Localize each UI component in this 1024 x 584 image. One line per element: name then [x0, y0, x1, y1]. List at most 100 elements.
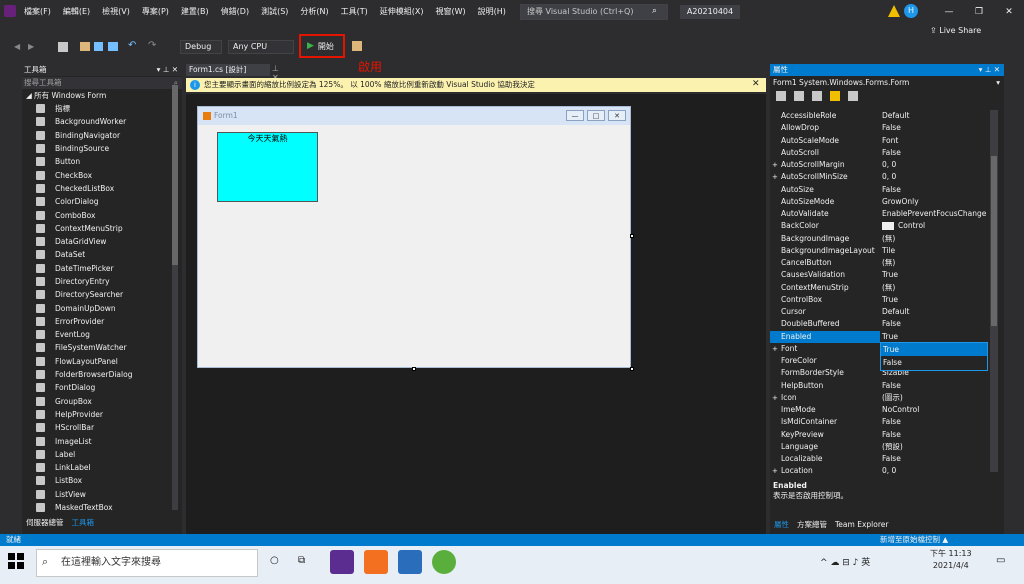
- minimize-button[interactable]: —: [934, 0, 964, 24]
- property-row[interactable]: Language (預設): [770, 441, 988, 453]
- properties-tab[interactable]: 方案總管: [797, 519, 827, 530]
- expand-icon[interactable]: +: [772, 465, 778, 477]
- property-row[interactable]: ContextMenuStrip (無): [770, 282, 988, 294]
- properties-scroll-thumb[interactable]: [991, 156, 997, 326]
- property-row[interactable]: BackgroundImageLayout Tile: [770, 245, 988, 257]
- cortana-icon[interactable]: ○: [270, 555, 279, 566]
- expand-icon[interactable]: +: [772, 159, 778, 171]
- properties-icon[interactable]: [812, 91, 822, 101]
- toolbox-item[interactable]: LinkLabel: [22, 461, 182, 474]
- platform-select[interactable]: Any CPU: [228, 40, 294, 54]
- toolbox-item[interactable]: CheckedListBox: [22, 182, 182, 195]
- toolbox-item[interactable]: CheckBox: [22, 168, 182, 181]
- search-input[interactable]: 搜尋 Visual Studio (Ctrl+Q): [520, 4, 668, 20]
- property-row[interactable]: AutoSizeMode GrowOnly: [770, 196, 988, 208]
- task-view-icon[interactable]: ⧉: [298, 555, 305, 566]
- toolbox-group[interactable]: ◢ 所有 Windows Form: [22, 90, 182, 102]
- live-share-button[interactable]: ⇪ Live Share: [930, 26, 981, 35]
- xampp-taskbar-icon[interactable]: [364, 550, 388, 574]
- browser-link-icon[interactable]: [352, 41, 362, 51]
- toolbox-item[interactable]: FontDialog: [22, 381, 182, 394]
- menu-item[interactable]: 專案(P): [136, 0, 175, 24]
- app2-taskbar-icon[interactable]: [432, 550, 456, 574]
- info-close-button[interactable]: ✕: [752, 79, 760, 89]
- property-row[interactable]: + AutoScrollMargin 0, 0: [770, 159, 988, 171]
- notification-icon[interactable]: ▭: [996, 555, 1005, 566]
- toolbox-item[interactable]: DataGridView: [22, 235, 182, 248]
- avatar[interactable]: H: [904, 4, 918, 18]
- property-row[interactable]: Localizable False: [770, 453, 988, 465]
- property-row[interactable]: BackColor Control: [770, 220, 988, 232]
- property-row[interactable]: Cursor Default: [770, 306, 988, 318]
- toolbox-item[interactable]: ComboBox: [22, 208, 182, 221]
- expand-icon[interactable]: +: [772, 343, 778, 355]
- toolbox-item[interactable]: 指標: [22, 102, 182, 115]
- tab-form1-design[interactable]: Form1.cs [設計]: [186, 64, 270, 76]
- toolbox-item[interactable]: GroupBox: [22, 395, 182, 408]
- search-icon[interactable]: ⌕: [652, 6, 657, 16]
- menu-item[interactable]: 說明(H): [472, 0, 512, 24]
- undo-icon[interactable]: ↶: [128, 40, 136, 51]
- resize-handle-corner[interactable]: [630, 367, 634, 371]
- menu-item[interactable]: 工具(T): [335, 0, 374, 24]
- toolbox-item[interactable]: DataSet: [22, 248, 182, 261]
- open-folder-icon[interactable]: [80, 42, 90, 51]
- property-row[interactable]: + AutoScrollMinSize 0, 0: [770, 171, 988, 183]
- property-row[interactable]: + Icon (圖示): [770, 392, 988, 404]
- menu-item[interactable]: 建置(B): [175, 0, 215, 24]
- menu-item[interactable]: 編輯(E): [57, 0, 96, 24]
- toolbox-item[interactable]: FileSystemWatcher: [22, 341, 182, 354]
- restore-button[interactable]: ❐: [964, 0, 994, 24]
- menu-item[interactable]: 檢視(V): [96, 0, 136, 24]
- app-taskbar-icon[interactable]: [398, 550, 422, 574]
- tray-icons[interactable]: ^ ☁ ⊟ ♪ 英: [820, 555, 870, 568]
- events-icon[interactable]: [830, 91, 840, 101]
- toolbox-item[interactable]: ImageList: [22, 434, 182, 447]
- toolbox-item[interactable]: ColorDialog: [22, 195, 182, 208]
- expand-icon[interactable]: +: [772, 392, 778, 404]
- cyan-control[interactable]: 今天天氣熱: [217, 132, 318, 202]
- source-control-button[interactable]: 新增至原始檔控制 ▲: [880, 534, 948, 546]
- toolbox-scroll-thumb[interactable]: [172, 85, 178, 265]
- taskbar-clock[interactable]: 下午 11:13 2021/4/4: [930, 548, 972, 572]
- toolbox-item[interactable]: FlowLayoutPanel: [22, 355, 182, 368]
- property-row[interactable]: IsMdiContainer False: [770, 416, 988, 428]
- property-row[interactable]: AutoScroll False: [770, 147, 988, 159]
- toolbox-item[interactable]: DateTimePicker: [22, 262, 182, 275]
- close-button[interactable]: ✕: [994, 0, 1024, 24]
- pin-icon[interactable]: ▾ ⊥ ✕: [157, 64, 178, 76]
- toolbox-item[interactable]: ContextMenuStrip: [22, 222, 182, 235]
- save-icon[interactable]: [94, 42, 103, 51]
- property-row[interactable]: CancelButton (無): [770, 257, 988, 269]
- toolbox-item[interactable]: EventLog: [22, 328, 182, 341]
- menu-item[interactable]: 延伸模組(X): [374, 0, 430, 24]
- property-row[interactable]: Enabled True: [770, 330, 988, 343]
- property-pages-icon[interactable]: [848, 91, 858, 101]
- toolbox-tab[interactable]: 伺服器總管: [26, 517, 64, 528]
- toolbox-item[interactable]: HelpProvider: [22, 408, 182, 421]
- property-row[interactable]: ControlBox True: [770, 294, 988, 306]
- property-row[interactable]: AutoSize False: [770, 184, 988, 196]
- object-selector[interactable]: Form1 System.Windows.Forms.Form ▾: [770, 77, 1004, 89]
- toolbox-item[interactable]: FolderBrowserDialog: [22, 368, 182, 381]
- resize-handle-right[interactable]: [630, 234, 634, 238]
- back-icon[interactable]: ◀: [14, 42, 20, 51]
- toolbox-search-input[interactable]: 搜尋工具箱 ⌕: [22, 77, 182, 89]
- property-row[interactable]: KeyPreview False: [770, 429, 988, 441]
- taskbar-search-input[interactable]: 在這裡輸入文字來搜尋: [36, 549, 258, 577]
- menu-item[interactable]: 視窗(W): [430, 0, 472, 24]
- property-row[interactable]: AutoScaleMode Font: [770, 135, 988, 147]
- toolbox-item[interactable]: Label: [22, 448, 182, 461]
- forward-icon[interactable]: ▶: [28, 42, 34, 51]
- toolbox-item[interactable]: MaskedTextBox: [22, 501, 182, 514]
- windows-start-icon[interactable]: [8, 553, 24, 569]
- property-row[interactable]: ImeMode NoControl: [770, 404, 988, 416]
- menu-item[interactable]: 分析(N): [294, 0, 334, 24]
- properties-tab[interactable]: 屬性: [774, 519, 789, 530]
- property-row[interactable]: AutoValidate EnablePreventFocusChange: [770, 208, 988, 220]
- redo-icon[interactable]: ↷: [148, 40, 156, 51]
- categorized-icon[interactable]: [776, 91, 786, 101]
- toolbox-tab[interactable]: 工具箱: [72, 517, 95, 528]
- property-row[interactable]: BackgroundImage (無): [770, 233, 988, 245]
- new-project-icon[interactable]: [58, 42, 68, 52]
